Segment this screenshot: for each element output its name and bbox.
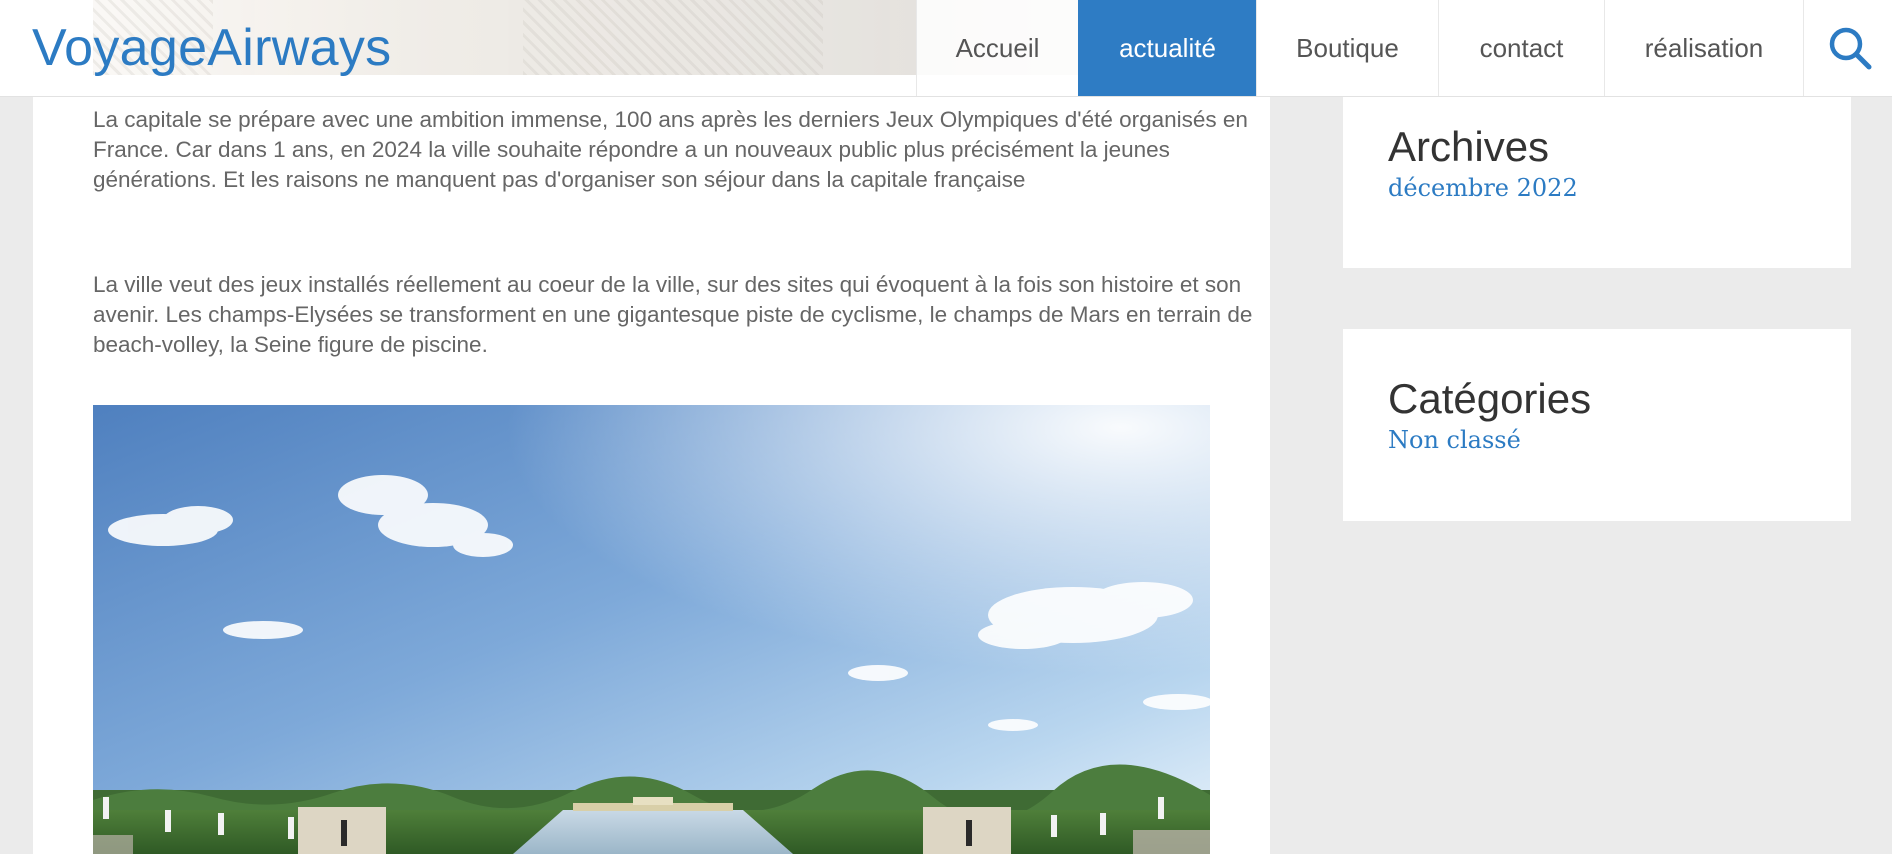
article-image: [93, 405, 1210, 854]
nav-item-boutique[interactable]: Boutique: [1256, 0, 1438, 96]
categories-widget: Catégories Non classé: [1343, 329, 1851, 521]
archives-title: Archives: [1388, 123, 1550, 170]
category-link[interactable]: Non classé: [1388, 426, 1521, 454]
main-nav: Accueil actualité Boutique contact réali…: [916, 0, 1892, 96]
nav-item-label: contact: [1479, 32, 1564, 63]
nav-item-accueil[interactable]: Accueil: [916, 0, 1078, 96]
garden-canal-image: [93, 405, 1210, 854]
article-paragraph: La ville veut des jeux installés réellem…: [93, 272, 1253, 357]
nav-item-label: Boutique: [1296, 32, 1399, 63]
nav-item-realisation[interactable]: réalisation: [1604, 0, 1803, 96]
archives-widget: Archives décembre 2022: [1343, 96, 1851, 268]
nav-item-label: actualité: [1119, 32, 1216, 63]
nav-item-actualite[interactable]: actualité: [1078, 0, 1256, 96]
categories-title: Catégories: [1388, 375, 1592, 422]
search-button[interactable]: [1803, 0, 1892, 96]
nav-item-label: Accueil: [955, 32, 1040, 63]
search-icon: [1829, 27, 1872, 70]
nav-item-contact[interactable]: contact: [1438, 0, 1604, 96]
article-paragraph: La capitale se prépare avec une ambition…: [93, 107, 1248, 192]
site-logo[interactable]: VoyageAirways: [32, 16, 391, 80]
archive-link[interactable]: décembre 2022: [1388, 174, 1578, 202]
page: La capitale se prépare avec une ambition…: [0, 0, 1892, 854]
nav-item-label: réalisation: [1644, 32, 1764, 63]
site-header: VoyageAirways Accueil actualité Boutique…: [0, 0, 1892, 96]
